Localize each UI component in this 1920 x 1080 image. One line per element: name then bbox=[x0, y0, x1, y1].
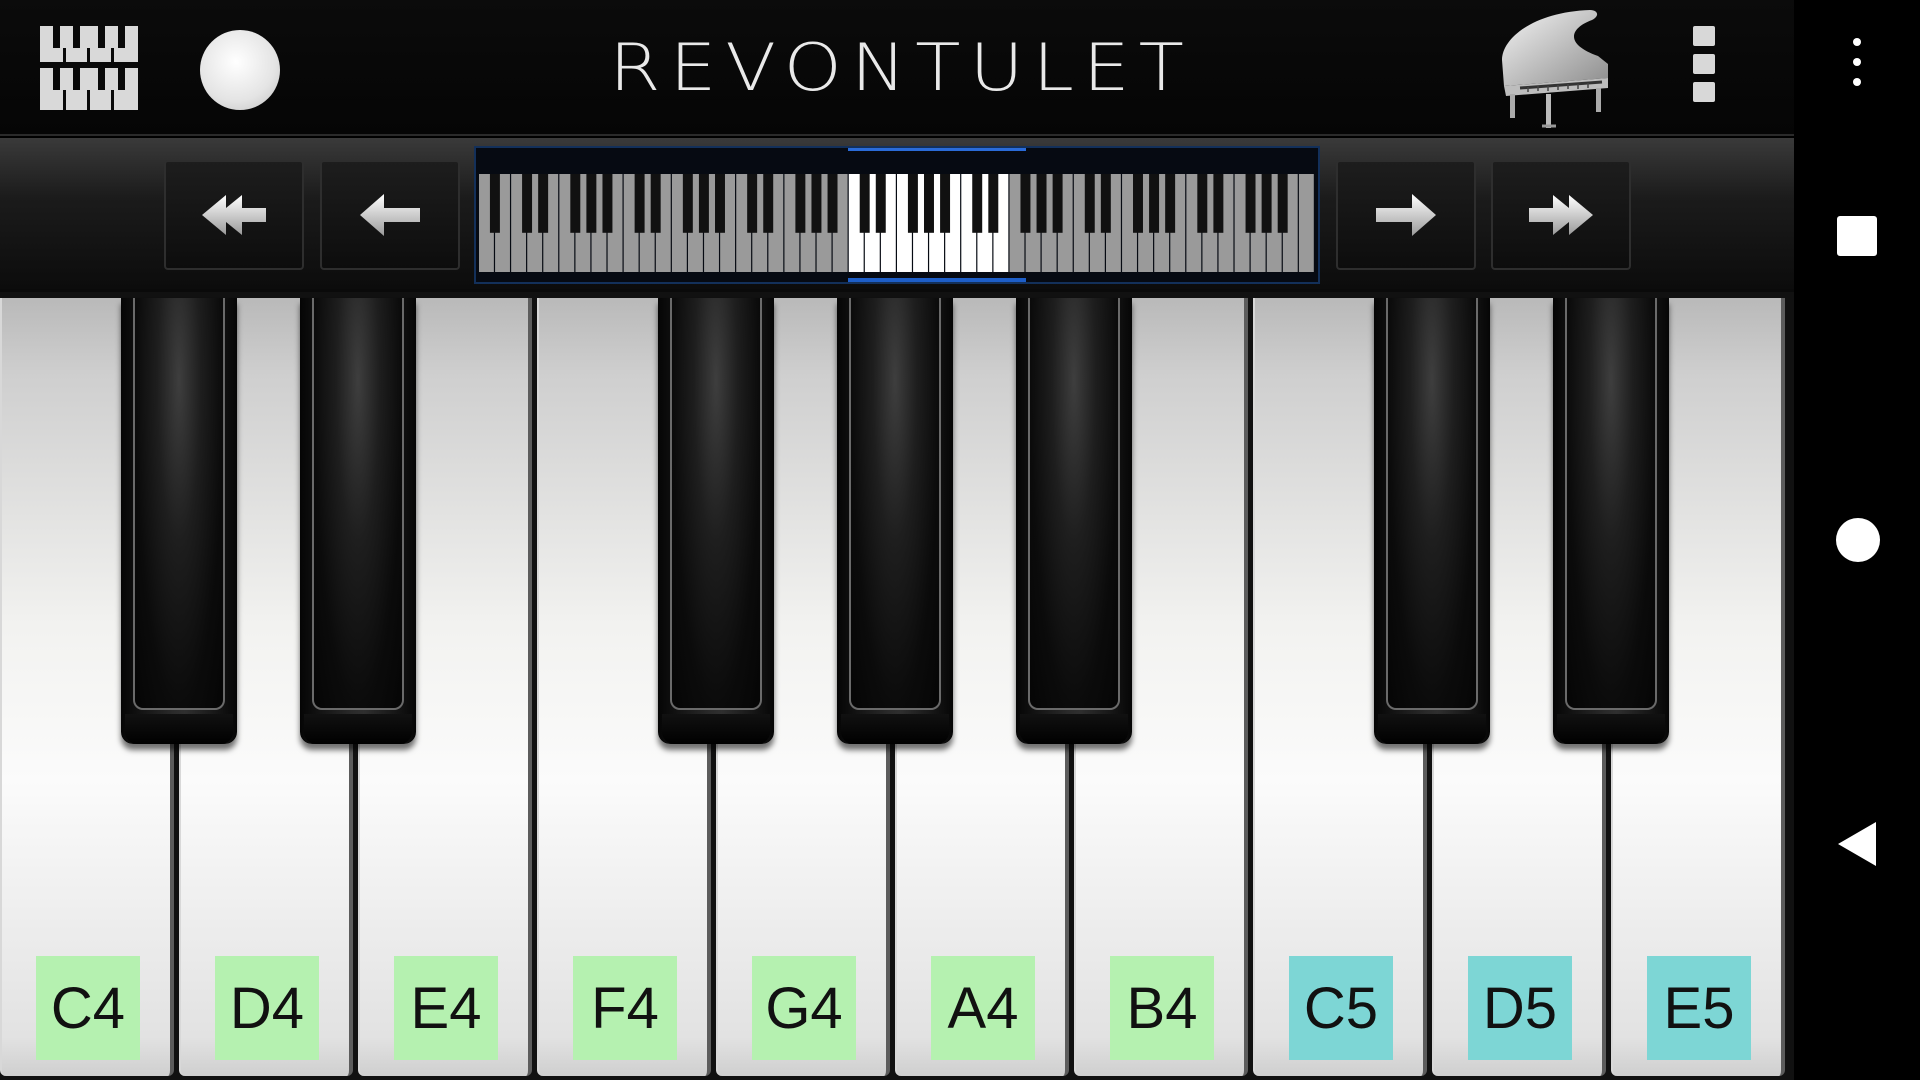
key-lip bbox=[1557, 714, 1665, 744]
top-toolbar: REVONTULET bbox=[0, 0, 1794, 136]
keyboard-overview[interactable] bbox=[474, 146, 1320, 284]
mini-black-key bbox=[650, 174, 661, 233]
mini-black-key bbox=[489, 174, 500, 233]
piano-keyboard: C4 D4 E4 F4 G4 A4 B4 C5 D5 E5 bbox=[0, 292, 1794, 1080]
black-key-c-sharp-5[interactable] bbox=[1374, 298, 1490, 744]
recent-apps-icon[interactable] bbox=[1837, 216, 1877, 256]
arrow-right-icon bbox=[1376, 194, 1436, 236]
note-label: B4 bbox=[1110, 956, 1214, 1060]
mini-white-key bbox=[1298, 174, 1314, 272]
mini-black-key bbox=[988, 174, 999, 233]
scroll-far-right-button[interactable] bbox=[1491, 160, 1631, 270]
black-key-d-sharp-4[interactable] bbox=[300, 298, 416, 744]
mini-black-key bbox=[763, 174, 774, 233]
note-label: D4 bbox=[215, 956, 319, 1060]
system-navigation-bar bbox=[1794, 0, 1920, 1080]
note-label: D5 bbox=[1468, 956, 1572, 1060]
key-lip bbox=[1020, 714, 1128, 744]
mini-black-key bbox=[907, 174, 918, 233]
mini-black-key bbox=[940, 174, 951, 233]
key-face bbox=[670, 298, 762, 710]
note-label: C4 bbox=[36, 956, 140, 1060]
scroll-far-left-button[interactable] bbox=[164, 160, 304, 270]
note-label: G4 bbox=[752, 956, 856, 1060]
mini-black-key bbox=[586, 174, 597, 233]
mini-black-key bbox=[972, 174, 983, 233]
mini-black-key bbox=[1020, 174, 1031, 233]
black-key-c-sharp-4[interactable] bbox=[121, 298, 237, 744]
mini-black-key bbox=[1165, 174, 1176, 233]
mini-black-key bbox=[1100, 174, 1111, 233]
mini-black-key bbox=[1197, 174, 1208, 233]
mini-black-key bbox=[1245, 174, 1256, 233]
menu-dot bbox=[1853, 38, 1861, 46]
menu-dot bbox=[1853, 78, 1861, 86]
double-arrow-right-icon bbox=[1529, 195, 1593, 235]
mini-black-key bbox=[538, 174, 549, 233]
note-label: F4 bbox=[573, 956, 677, 1060]
key-lip bbox=[662, 714, 770, 744]
mini-black-key bbox=[634, 174, 645, 233]
key-face bbox=[133, 298, 225, 710]
note-label: A4 bbox=[931, 956, 1035, 1060]
mini-black-key bbox=[795, 174, 806, 233]
keyboard-navigation-strip bbox=[0, 138, 1794, 292]
mini-black-key bbox=[811, 174, 822, 233]
menu-dot bbox=[1693, 54, 1715, 74]
mini-black-key bbox=[682, 174, 693, 233]
key-face bbox=[1565, 298, 1657, 710]
key-face bbox=[312, 298, 404, 710]
mini-black-key bbox=[1052, 174, 1063, 233]
menu-dot bbox=[1853, 58, 1861, 66]
app-menu-button[interactable] bbox=[1684, 22, 1724, 114]
mini-black-key bbox=[698, 174, 709, 233]
app-title: REVONTULET bbox=[609, 30, 1193, 106]
key-face bbox=[1386, 298, 1478, 710]
scroll-right-button[interactable] bbox=[1336, 160, 1476, 270]
mini-black-key bbox=[924, 174, 934, 233]
note-label: E4 bbox=[394, 956, 498, 1060]
mini-black-key bbox=[1213, 174, 1224, 233]
key-lip bbox=[304, 714, 412, 744]
mini-black-key bbox=[1149, 174, 1160, 233]
mini-black-key bbox=[875, 174, 886, 233]
mini-black-key bbox=[859, 174, 870, 233]
black-key-g-sharp-4[interactable] bbox=[837, 298, 953, 744]
menu-dot bbox=[1693, 26, 1715, 46]
black-key-f-sharp-4[interactable] bbox=[658, 298, 774, 744]
arrow-left-icon bbox=[360, 194, 420, 236]
black-key-a-sharp-4[interactable] bbox=[1016, 298, 1132, 744]
mini-black-key bbox=[570, 174, 581, 233]
grand-piano-icon[interactable] bbox=[1494, 8, 1612, 130]
mini-black-key bbox=[715, 174, 725, 233]
mini-black-key bbox=[1084, 174, 1095, 233]
mini-black-key bbox=[1133, 174, 1143, 233]
note-label: E5 bbox=[1647, 956, 1751, 1060]
mini-black-key bbox=[827, 174, 838, 233]
key-face bbox=[849, 298, 941, 710]
key-face bbox=[1028, 298, 1120, 710]
double-arrow-left-icon bbox=[202, 195, 266, 235]
mini-black-key bbox=[1036, 174, 1047, 233]
mini-black-key bbox=[1277, 174, 1288, 233]
record-button[interactable] bbox=[200, 30, 280, 110]
key-lip bbox=[841, 714, 949, 744]
mini-black-key bbox=[747, 174, 758, 233]
keyboard-layout-icon[interactable] bbox=[40, 26, 138, 110]
scroll-left-button[interactable] bbox=[320, 160, 460, 270]
key-lip bbox=[1378, 714, 1486, 744]
key-lip bbox=[125, 714, 233, 744]
back-icon[interactable] bbox=[1836, 820, 1880, 868]
home-icon[interactable] bbox=[1836, 518, 1880, 562]
menu-dot bbox=[1693, 82, 1715, 102]
mini-black-key bbox=[602, 174, 613, 233]
mini-black-key bbox=[1261, 174, 1272, 233]
black-key-d-sharp-5[interactable] bbox=[1553, 298, 1669, 744]
overflow-menu-icon[interactable] bbox=[1846, 38, 1868, 94]
mini-black-key bbox=[522, 174, 533, 233]
mini-keys bbox=[479, 174, 1314, 272]
note-label: C5 bbox=[1289, 956, 1393, 1060]
